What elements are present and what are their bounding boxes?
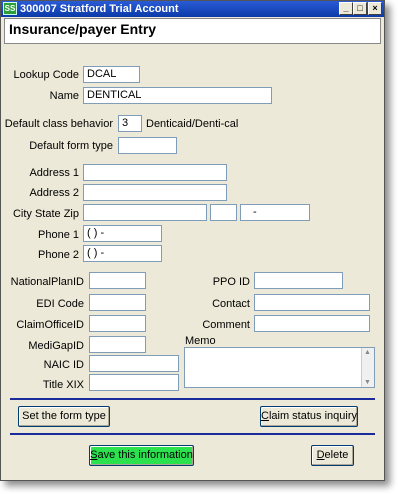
address2-field[interactable] bbox=[83, 184, 227, 201]
default-form-type-field[interactable] bbox=[118, 137, 177, 154]
default-class-behavior-field[interactable]: 3 bbox=[118, 115, 142, 132]
naic-id-field[interactable] bbox=[89, 355, 179, 372]
page-title: Insurance/payer Entry bbox=[9, 21, 157, 37]
contact-field[interactable] bbox=[254, 294, 370, 311]
phone2-label: Phone 2 bbox=[38, 249, 79, 261]
edi-code-label: EDI Code bbox=[36, 298, 84, 310]
zip-field[interactable]: - bbox=[240, 204, 310, 221]
contact-label: Contact bbox=[212, 298, 250, 310]
default-class-behavior-description: Denticaid/Denti-cal bbox=[146, 118, 239, 130]
name-label: Name bbox=[49, 90, 79, 102]
state-field[interactable] bbox=[210, 204, 237, 221]
scroll-down-icon[interactable]: ▼ bbox=[364, 379, 371, 386]
delete-button[interactable]: Delete bbox=[311, 445, 354, 466]
default-class-behavior-label: Default class behavior bbox=[4, 118, 113, 130]
claim-office-id-field[interactable] bbox=[89, 315, 146, 332]
save-button[interactable]: Save this information bbox=[89, 445, 194, 466]
claim-status-label: laim status inquiry bbox=[268, 410, 357, 422]
naic-id-label: NAIC ID bbox=[43, 359, 84, 371]
name-field[interactable]: DENTICAL bbox=[83, 87, 272, 104]
separator-bottom bbox=[10, 433, 375, 435]
save-label: ave this information bbox=[97, 449, 193, 461]
phone1-label: Phone 1 bbox=[38, 229, 79, 241]
set-form-type-label: Set the form type bbox=[22, 410, 106, 422]
medigap-id-field[interactable] bbox=[89, 336, 146, 353]
ppo-id-label: PPO ID bbox=[212, 276, 250, 288]
claim-office-id-label: ClaimOfficeID bbox=[16, 319, 84, 331]
maximize-button[interactable]: □ bbox=[353, 2, 367, 15]
memo-textarea[interactable]: ▲ ▼ bbox=[184, 347, 375, 388]
medigap-id-label: MediGapID bbox=[28, 340, 84, 352]
city-field[interactable] bbox=[83, 204, 207, 221]
national-plan-id-label: NationalPlanID bbox=[10, 276, 84, 288]
app-window: SS 300007 Stratford Trial Account _ □ × … bbox=[0, 0, 385, 481]
delete-label: elete bbox=[324, 449, 349, 461]
default-form-type-label: Default form type bbox=[29, 140, 113, 152]
phone1-field[interactable]: ( ) - bbox=[83, 225, 162, 242]
phone2-field[interactable]: ( ) - bbox=[83, 245, 162, 262]
address2-label: Address 2 bbox=[29, 187, 79, 199]
scroll-up-icon[interactable]: ▲ bbox=[364, 349, 371, 356]
separator-top bbox=[10, 398, 375, 400]
lookup-code-label: Lookup Code bbox=[13, 69, 79, 81]
comment-field[interactable] bbox=[254, 315, 370, 332]
edi-code-field[interactable] bbox=[89, 294, 146, 311]
city-state-zip-label: City State Zip bbox=[12, 208, 79, 220]
claim-status-accelerator: C bbox=[261, 410, 269, 422]
title-xix-label: Title XIX bbox=[42, 379, 84, 391]
window-title: 300007 Stratford Trial Account bbox=[20, 3, 179, 15]
address1-field[interactable] bbox=[83, 164, 227, 181]
comment-label: Comment bbox=[202, 319, 250, 331]
title-xix-field[interactable] bbox=[89, 374, 179, 391]
claim-status-inquiry-button[interactable]: Claim status inquiry bbox=[260, 406, 358, 427]
minimize-button[interactable]: _ bbox=[339, 2, 353, 15]
app-icon: SS bbox=[3, 2, 17, 15]
national-plan-id-field[interactable] bbox=[89, 272, 146, 289]
lookup-code-field[interactable]: DCAL bbox=[83, 66, 140, 83]
delete-accelerator: D bbox=[316, 449, 325, 461]
memo-scrollbar[interactable]: ▲ ▼ bbox=[361, 348, 374, 387]
page-header: Insurance/payer Entry bbox=[4, 18, 381, 44]
title-bar[interactable]: SS 300007 Stratford Trial Account _ □ × bbox=[1, 1, 384, 17]
memo-label: Memo bbox=[185, 335, 216, 347]
set-form-type-button[interactable]: Set the form type bbox=[18, 406, 110, 427]
close-button[interactable]: × bbox=[368, 2, 382, 15]
address1-label: Address 1 bbox=[29, 167, 79, 179]
ppo-id-field[interactable] bbox=[254, 272, 343, 289]
